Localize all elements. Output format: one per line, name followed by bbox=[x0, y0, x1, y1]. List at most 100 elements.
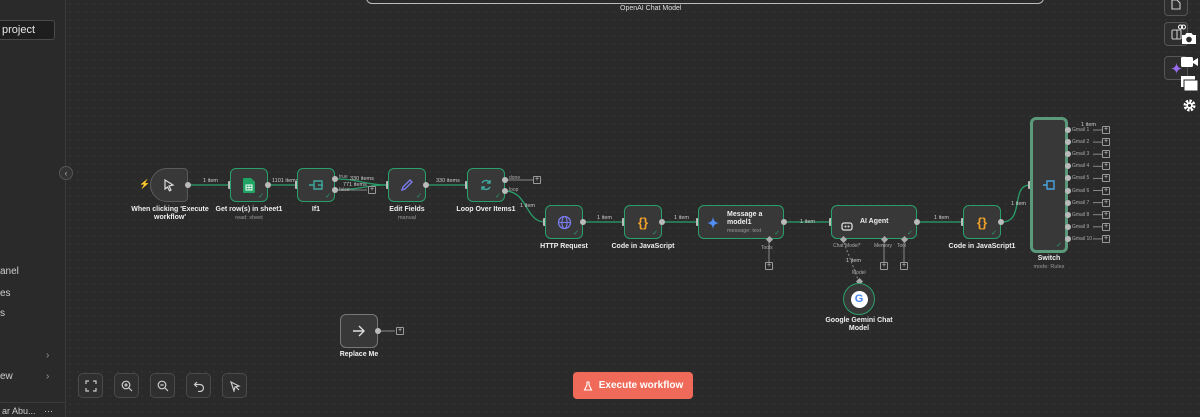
output-port[interactable] bbox=[659, 219, 665, 225]
message-a-model-node[interactable]: Message a model1 message: text ✓ bbox=[698, 205, 784, 239]
output-port-loop[interactable] bbox=[502, 188, 508, 194]
switch-output-port[interactable] bbox=[1065, 187, 1071, 194]
switch-output-port[interactable] bbox=[1065, 211, 1071, 218]
http-request-node[interactable]: ✓ bbox=[545, 205, 583, 239]
edge-label: 1 item bbox=[800, 219, 815, 225]
replace-me-node[interactable] bbox=[340, 314, 378, 348]
add-tool-button[interactable]: + bbox=[900, 262, 908, 270]
output-port-done[interactable] bbox=[502, 177, 508, 183]
execute-workflow-button[interactable]: Execute workflow bbox=[573, 372, 693, 399]
cursor-icon bbox=[151, 169, 187, 201]
video-camera-icon[interactable] bbox=[1181, 55, 1198, 73]
output-port-true[interactable] bbox=[332, 176, 338, 182]
google-sheets-node[interactable]: ✓ bbox=[230, 168, 268, 202]
add-node-button[interactable]: + bbox=[1102, 138, 1110, 147]
node-label: Google Gemini Chat Model bbox=[825, 317, 893, 332]
edge-label: 1 item bbox=[934, 215, 949, 221]
node-subtitle: manual bbox=[397, 215, 417, 221]
node-label: When clicking 'Execute workflow' bbox=[131, 206, 209, 221]
add-node-button[interactable]: + bbox=[1102, 150, 1110, 159]
zoom-out-button[interactable] bbox=[150, 373, 175, 398]
switch-output-label: Gmail 7 bbox=[1072, 199, 1090, 206]
port-label-loop: loop bbox=[509, 187, 519, 193]
code-node[interactable]: {} ✓ bbox=[624, 205, 662, 239]
success-check-icon: ✓ bbox=[573, 230, 579, 237]
switch-node[interactable]: ✓ bbox=[1030, 117, 1068, 253]
output-port[interactable] bbox=[423, 182, 429, 188]
success-check-icon: ✓ bbox=[907, 230, 913, 237]
tidy-up-button[interactable] bbox=[222, 373, 247, 398]
fit-view-button[interactable] bbox=[78, 373, 103, 398]
add-node-button[interactable]: + bbox=[1102, 162, 1110, 171]
execute-workflow-label: Execute workflow bbox=[598, 380, 684, 391]
output-port[interactable] bbox=[265, 182, 271, 188]
add-node-button[interactable]: + bbox=[396, 327, 404, 335]
switch-output-label: Gmail 10 bbox=[1072, 235, 1093, 242]
add-node-button[interactable]: + bbox=[1102, 186, 1110, 195]
port-label-memory: Memory bbox=[874, 243, 893, 249]
output-port-false[interactable] bbox=[332, 187, 338, 193]
add-node-button[interactable]: + bbox=[368, 186, 376, 194]
switch-output-port[interactable] bbox=[1065, 235, 1071, 242]
success-check-icon: ✓ bbox=[652, 230, 658, 237]
panel-button[interactable] bbox=[1164, 0, 1188, 16]
node-label: Edit Fields bbox=[389, 206, 425, 213]
edge-label: 330 items bbox=[436, 178, 460, 184]
port-label-true: true bbox=[339, 174, 348, 180]
success-check-icon: ✓ bbox=[495, 193, 501, 200]
gear-icon[interactable] bbox=[1182, 98, 1197, 118]
add-node-button[interactable]: + bbox=[1102, 234, 1110, 243]
edit-fields-node[interactable]: ✓ bbox=[388, 168, 426, 202]
add-node-button[interactable]: + bbox=[533, 176, 541, 184]
edge-label: 1 item bbox=[1011, 201, 1026, 207]
loop-over-items-node[interactable]: ✓ bbox=[467, 168, 505, 202]
arrow-right-icon bbox=[341, 315, 377, 347]
broom-icon bbox=[229, 380, 241, 392]
undo-button[interactable] bbox=[186, 373, 211, 398]
switch-output-port[interactable] bbox=[1065, 127, 1071, 133]
switch-output-label: Gmail 3 bbox=[1072, 151, 1090, 158]
node-label: Get row(s) in sheet1 bbox=[215, 206, 283, 213]
add-node-button[interactable]: + bbox=[1102, 222, 1110, 231]
output-port[interactable] bbox=[580, 219, 586, 225]
output-port[interactable] bbox=[998, 219, 1004, 225]
node-subtitle: mode: Rules bbox=[1033, 264, 1065, 270]
switch-output-port[interactable] bbox=[1065, 199, 1071, 206]
lightning-icon: ⚡ bbox=[139, 179, 151, 189]
port-label-chat-model: Chat Model* bbox=[833, 243, 861, 249]
add-node-button[interactable]: + bbox=[1102, 210, 1110, 219]
add-node-button[interactable]: + bbox=[1102, 174, 1110, 183]
edge-label: 771 items bbox=[343, 182, 367, 188]
if-node[interactable]: ✓ bbox=[297, 168, 335, 202]
windows-icon[interactable] bbox=[1181, 76, 1199, 96]
output-port[interactable] bbox=[375, 328, 381, 334]
sparkle-icon bbox=[1170, 62, 1182, 74]
switch-output-label: Gmail 4 bbox=[1072, 163, 1090, 170]
zoom-in-button[interactable] bbox=[114, 373, 139, 398]
google-gemini-chat-model-node[interactable]: G bbox=[843, 283, 875, 315]
switch-output-label: Gmail 8 bbox=[1072, 211, 1090, 218]
add-node-button[interactable]: + bbox=[1102, 198, 1110, 207]
output-port[interactable] bbox=[914, 219, 920, 225]
node-label: Loop Over Items1 bbox=[456, 206, 516, 213]
output-port[interactable] bbox=[185, 182, 191, 188]
collapse-sidebar-button[interactable]: ‹ bbox=[59, 166, 73, 180]
ai-agent-node[interactable]: AI Agent ✓ bbox=[831, 205, 917, 239]
add-memory-button[interactable]: + bbox=[880, 262, 888, 270]
gemini-icon bbox=[707, 216, 719, 234]
undo-icon bbox=[193, 381, 204, 392]
switch-output-port[interactable] bbox=[1065, 223, 1071, 230]
output-port[interactable] bbox=[781, 219, 787, 225]
camera-icon[interactable] bbox=[1181, 31, 1197, 50]
document-icon bbox=[1171, 0, 1181, 10]
success-check-icon: ✓ bbox=[991, 230, 997, 237]
add-node-button[interactable]: + bbox=[1102, 126, 1110, 134]
node-label: Code in JavaScript1 bbox=[948, 243, 1016, 250]
fit-view-icon bbox=[84, 379, 97, 392]
add-tool-button[interactable]: + bbox=[765, 262, 773, 270]
edge-label: 1 item bbox=[846, 258, 861, 264]
switch-output-label: Gmail 6 bbox=[1072, 187, 1090, 194]
code-node[interactable]: {} ✓ bbox=[963, 205, 1001, 239]
switch-output-label: Gmail 2 bbox=[1072, 139, 1090, 146]
trigger-node[interactable] bbox=[150, 168, 188, 202]
